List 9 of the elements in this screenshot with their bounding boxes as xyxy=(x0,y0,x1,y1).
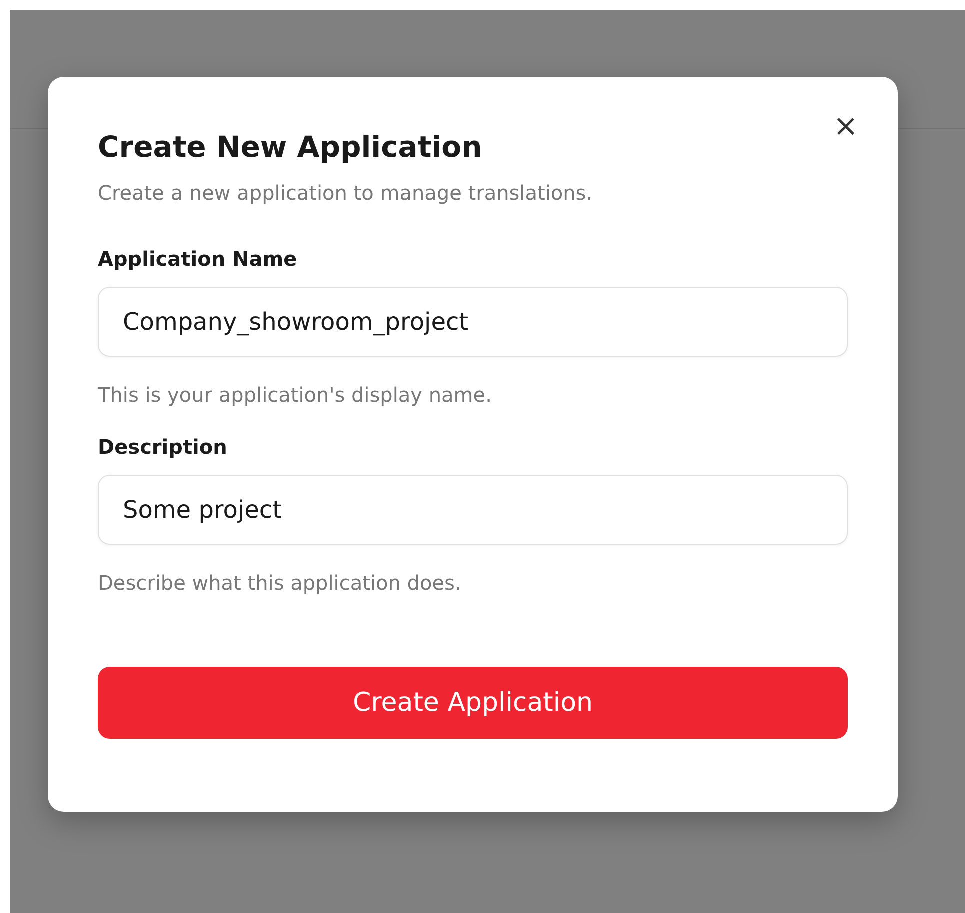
help-text: This is your application's display name. xyxy=(98,382,493,409)
help-text: Describe what this application does. xyxy=(98,570,462,597)
field-label: Application Name xyxy=(98,246,298,273)
field-label: Description xyxy=(98,434,228,461)
dialog-title: Create New Application xyxy=(98,129,484,166)
input-field[interactable]: Company_showroom_project xyxy=(98,287,848,357)
create-button[interactable]: Create Application xyxy=(98,667,848,739)
input-field[interactable]: Some project xyxy=(98,475,848,545)
dialog-subtitle: Create a new application to manage translations. xyxy=(98,180,594,207)
